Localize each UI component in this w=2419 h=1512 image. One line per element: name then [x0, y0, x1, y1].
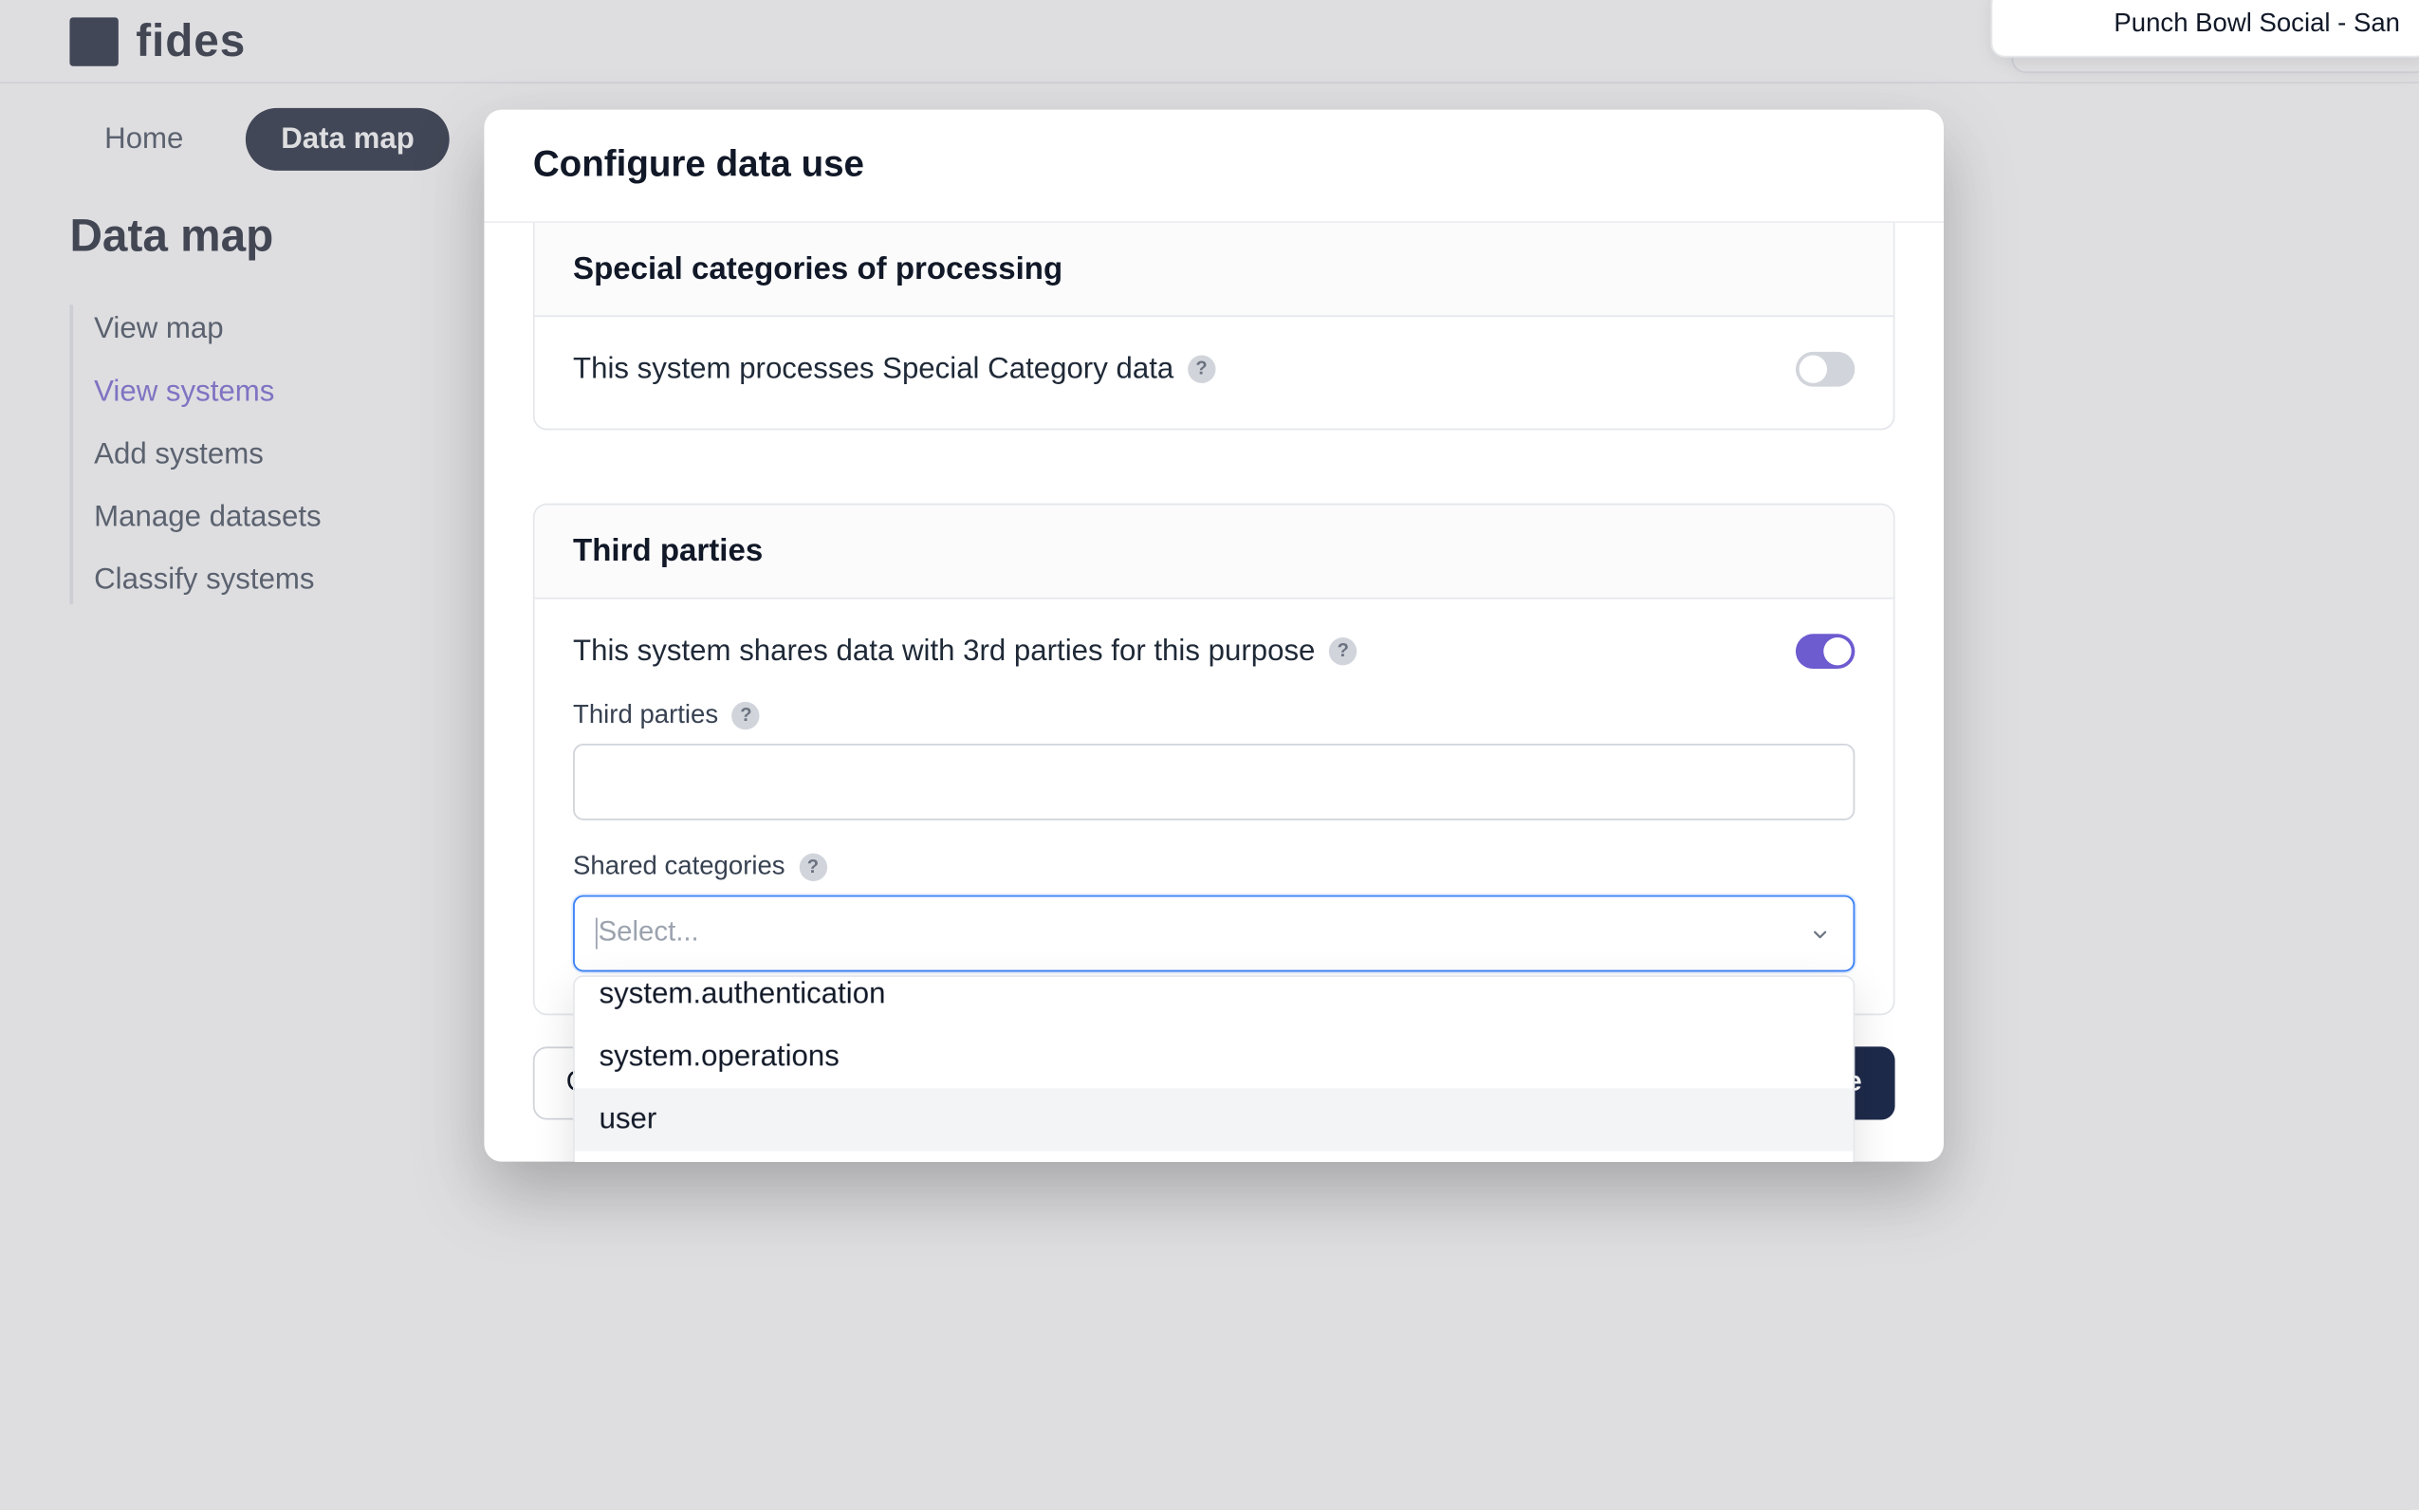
logo-icon — [69, 16, 118, 65]
tab-data-map[interactable]: Data map — [247, 108, 450, 171]
third-parties-toggle-label: This system shares data with 3rd parties… — [573, 634, 1357, 669]
special-toggle-text: This system processes Special Category d… — [573, 352, 1173, 387]
third-parties-toggle[interactable] — [1796, 634, 1855, 669]
help-icon[interactable]: ? — [799, 853, 826, 880]
dropdown-option[interactable]: system.operations — [575, 1025, 1854, 1088]
sidebar-item-view-map[interactable]: View map — [94, 304, 435, 353]
help-icon[interactable]: ? — [1188, 356, 1215, 383]
shared-categories-select[interactable]: Select... — [573, 895, 1855, 972]
chevron-down-icon — [1810, 923, 1831, 944]
shared-categories-placeholder: Select... — [599, 918, 699, 950]
tab-home[interactable]: Home — [69, 108, 218, 171]
sidebar-item-classify-systems[interactable]: Classify systems — [94, 556, 435, 604]
dropdown-option[interactable]: user — [575, 1089, 1854, 1152]
side-nav: View map View systems Add systems Manage… — [69, 304, 435, 604]
third-parties-card: Third parties This system shares data wi… — [533, 504, 1895, 1016]
special-toggle-label: This system processes Special Category d… — [573, 352, 1215, 387]
special-toggle[interactable] — [1796, 352, 1855, 387]
dropdown-option[interactable]: user.biometric — [575, 1152, 1854, 1162]
shared-categories-dropdown[interactable]: system.authenticationsystem.operationsus… — [573, 975, 1855, 1161]
modal-header: Configure data use — [484, 110, 1944, 223]
configure-data-use-modal: Configure data use Special categories of… — [484, 110, 1944, 1162]
special-section-title: Special categories of processing — [535, 223, 1893, 317]
help-icon[interactable]: ? — [732, 701, 760, 728]
third-parties-input[interactable] — [573, 744, 1855, 821]
special-categories-card: Special categories of processing This sy… — [533, 223, 1895, 430]
brand-name: fides — [136, 14, 246, 68]
external-tab[interactable]: Punch Bowl Social - San — [1990, 0, 2419, 58]
modal-title: Configure data use — [533, 144, 1895, 186]
third-parties-toggle-text: This system shares data with 3rd parties… — [573, 634, 1315, 669]
shared-categories-label-text: Shared categories — [573, 852, 785, 881]
sidebar-item-manage-datasets[interactable]: Manage datasets — [94, 493, 435, 542]
shared-categories-field-label: Shared categories ? — [573, 852, 1855, 881]
third-parties-section-title: Third parties — [535, 505, 1893, 599]
sidebar-item-add-systems[interactable]: Add systems — [94, 430, 435, 478]
help-icon[interactable]: ? — [1329, 637, 1357, 665]
page-title: Data map — [69, 209, 435, 263]
dropdown-option[interactable]: system.authentication — [575, 975, 1854, 1025]
third-parties-label-text: Third parties — [573, 700, 718, 729]
sidebar-item-view-systems[interactable]: View systems — [94, 367, 435, 415]
third-parties-field-label: Third parties ? — [573, 700, 1855, 729]
